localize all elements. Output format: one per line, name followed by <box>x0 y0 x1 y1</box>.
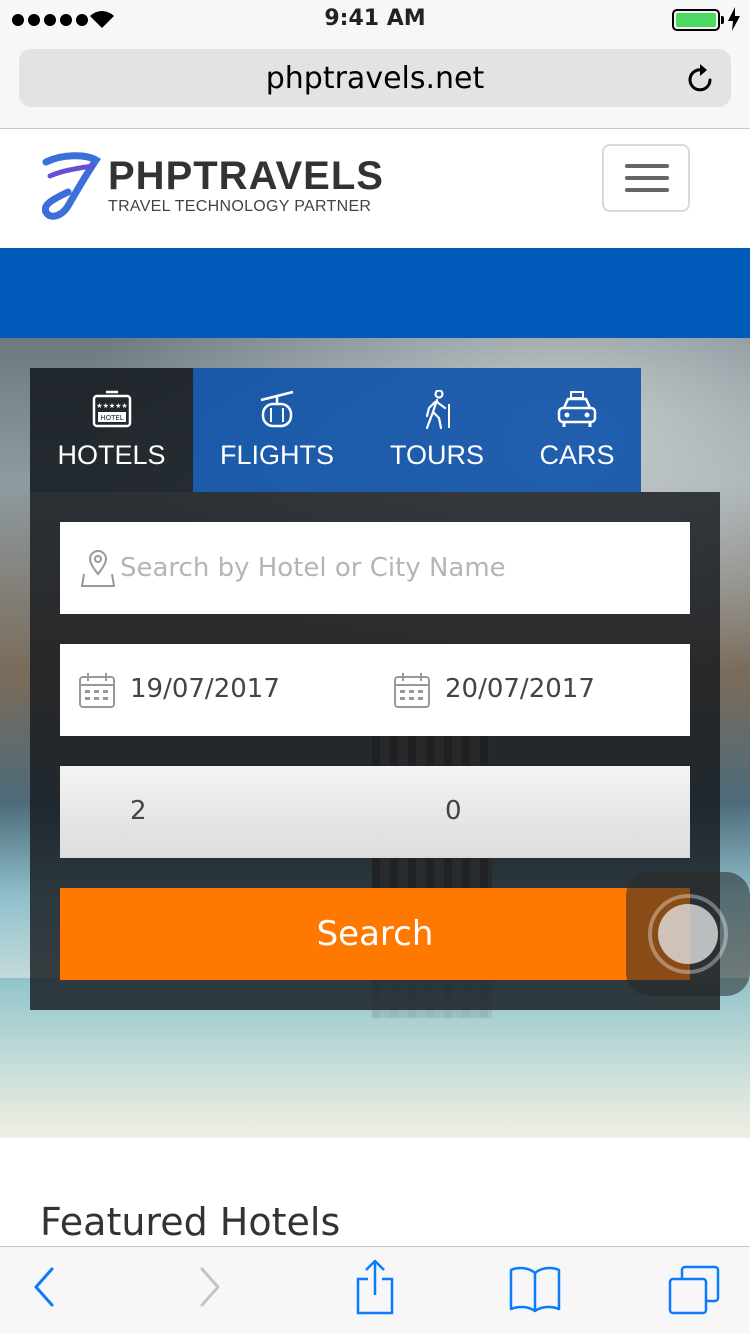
tab-hotels[interactable]: ★★★★★ HOTEL HOTELS <box>30 368 193 492</box>
bookmarks-icon[interactable] <box>508 1265 562 1313</box>
tab-tours[interactable]: TOURS <box>361 368 513 492</box>
tab-cars[interactable]: CARS <box>513 368 641 492</box>
navigation-band <box>0 248 750 338</box>
hotel-search-form: 19/07/2017 20/07/2017 2 0 Search <box>30 492 720 1010</box>
checkin-date-value[interactable]: 19/07/2017 <box>130 674 280 704</box>
calendar-icon <box>79 673 115 708</box>
calendar-icon <box>394 673 430 708</box>
logo-tagline: TRAVEL TECHNOLOGY PARTNER <box>108 198 372 215</box>
charging-bolt-icon <box>728 7 740 31</box>
svg-text:HOTEL: HOTEL <box>100 414 123 422</box>
tab-flights-label: FLIGHTS <box>219 440 334 470</box>
destination-search-input[interactable] <box>120 522 680 614</box>
taxi-icon <box>557 391 597 427</box>
featured-hotels-heading: Featured Hotels <box>40 1200 341 1244</box>
phptravels-logo-icon[interactable] <box>42 152 102 222</box>
cable-car-icon <box>260 390 294 428</box>
date-range-field: 19/07/2017 20/07/2017 <box>60 644 690 736</box>
reload-icon[interactable] <box>687 63 715 93</box>
status-time: 9:41 AM <box>324 6 426 31</box>
menu-bar <box>625 164 669 168</box>
back-arrow-icon[interactable] <box>30 1265 58 1309</box>
battery-tip <box>721 16 724 24</box>
guests-field: 2 0 <box>60 766 690 858</box>
adults-select[interactable]: 2 <box>130 796 147 826</box>
browser-address-area: phptravels.net <box>0 40 750 129</box>
logo-name[interactable]: PHPTRAVELS <box>108 154 384 199</box>
checkout-date-value[interactable]: 20/07/2017 <box>445 674 595 704</box>
menu-bar <box>625 188 669 192</box>
tab-hotels-label: HOTELS <box>57 440 166 470</box>
destination-field[interactable] <box>60 522 690 614</box>
assistive-touch-dot <box>658 904 718 964</box>
share-icon[interactable] <box>354 1259 396 1315</box>
browser-toolbar <box>0 1246 750 1334</box>
site-header: PHPTRAVELS TRAVEL TECHNOLOGY PARTNER <box>0 130 750 248</box>
tab-flights[interactable]: FLIGHTS <box>193 368 361 492</box>
svg-text:★★★★★: ★★★★★ <box>96 402 127 410</box>
address-bar[interactable]: phptravels.net <box>19 49 731 107</box>
search-tabs: ★★★★★ HOTEL HOTELS FLIGHTS TOURS CARS <box>30 368 641 492</box>
url-text[interactable]: phptravels.net <box>19 61 731 96</box>
assistive-touch-button[interactable] <box>626 872 750 996</box>
tab-tours-label: TOURS <box>389 440 484 470</box>
search-button[interactable]: Search <box>60 888 690 980</box>
ios-status-bar: 9:41 AM <box>0 0 750 40</box>
search-panel: ★★★★★ HOTEL HOTELS FLIGHTS TOURS CARS Se… <box>30 368 720 1010</box>
tab-cars-label: CARS <box>539 440 615 470</box>
map-pin-icon <box>80 550 116 587</box>
children-select[interactable]: 0 <box>445 796 462 826</box>
checkout-date[interactable]: 20/07/2017 <box>375 644 675 736</box>
checkin-date[interactable]: 19/07/2017 <box>60 644 360 736</box>
forward-arrow-icon[interactable] <box>196 1265 224 1309</box>
hotel-icon: ★★★★★ HOTEL <box>92 390 131 428</box>
menu-bar <box>625 176 669 180</box>
tabs-icon[interactable] <box>668 1265 720 1315</box>
hiker-icon <box>425 390 450 430</box>
hamburger-menu-button[interactable] <box>602 144 690 212</box>
battery-icon <box>672 9 720 31</box>
